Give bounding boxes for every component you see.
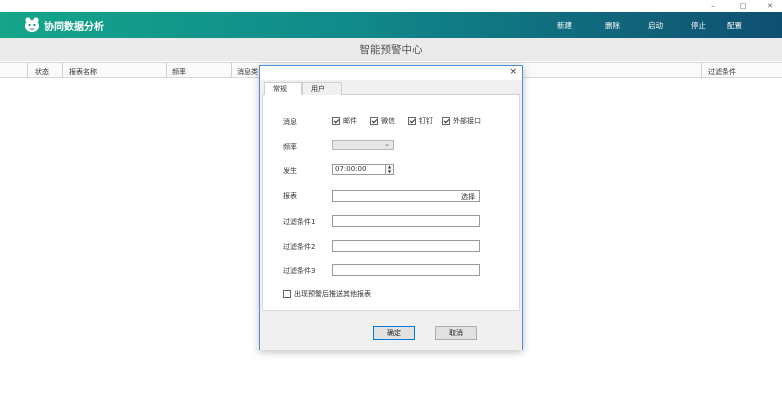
ok-button[interactable]: 确定 <box>373 326 415 340</box>
alert-settings-dialog: × 常规 用户 消息 邮件 微信 钉钉 外部接口 频率 ⌄ 发生 07:00:0… <box>259 65 523 350</box>
dingtalk-checkbox-label: 钉钉 <box>419 117 433 125</box>
window-controls: – □ ✕ <box>0 0 782 12</box>
checkbox-icon <box>408 117 416 125</box>
filter2-label: 过滤条件2 <box>283 243 316 251</box>
app-title: 协同数据分析 <box>44 22 104 33</box>
cancel-button[interactable]: 取消 <box>435 326 477 340</box>
checkbox-icon <box>370 117 378 125</box>
dialog-footer: 确定 取消 <box>260 312 522 350</box>
chevron-down-icon: ⌄ <box>384 140 390 148</box>
stop-button[interactable]: 停止 <box>691 20 706 31</box>
push-other-checkbox[interactable]: 出现预警后推送其他报表 <box>283 289 371 299</box>
report-label: 报表 <box>283 192 297 200</box>
start-button[interactable]: 启动 <box>648 20 663 31</box>
dialog-close-icon[interactable]: × <box>509 67 517 77</box>
tab-user[interactable]: 用户 <box>302 82 342 95</box>
report-input[interactable]: 选择 <box>332 190 480 202</box>
column-separator <box>27 63 28 78</box>
new-button[interactable]: 新建 <box>557 20 572 31</box>
wechat-checkbox[interactable]: 微信 <box>370 116 395 126</box>
filter1-label: 过滤条件1 <box>283 218 316 226</box>
dialog-titlebar: × <box>260 66 522 80</box>
checkbox-icon <box>283 290 291 298</box>
maximize-button[interactable]: □ <box>733 0 753 12</box>
column-separator <box>166 63 167 78</box>
page-title: 智能预警中心 <box>359 44 423 56</box>
column-report-name[interactable]: 报表名称 <box>69 67 97 77</box>
window-close-button[interactable]: ✕ <box>760 0 780 12</box>
app-window: – □ ✕ 协同数据分析 新建 删除 启动 停止 配置 智能预警中心 状态 报表… <box>0 0 782 400</box>
occur-time-value: 07:00:00 <box>335 165 367 173</box>
external-api-checkbox[interactable]: 外部接口 <box>442 116 481 126</box>
filter3-label: 过滤条件3 <box>283 267 316 275</box>
filter3-input[interactable] <box>332 264 480 276</box>
frequency-label: 频率 <box>283 143 297 151</box>
occur-label: 发生 <box>283 167 297 175</box>
column-separator <box>62 63 63 78</box>
report-pick-button[interactable]: 选择 <box>461 192 475 202</box>
filter1-input[interactable] <box>332 215 480 227</box>
delete-button[interactable]: 删除 <box>605 20 620 31</box>
message-label: 消息 <box>283 118 297 126</box>
external-api-checkbox-label: 外部接口 <box>453 117 481 125</box>
app-logo-icon <box>25 17 39 32</box>
time-spinner-icon[interactable]: ▲ ▼ <box>385 164 393 174</box>
title-bar: 智能预警中心 <box>0 38 782 61</box>
frequency-select[interactable]: ⌄ <box>332 140 394 150</box>
dingtalk-checkbox[interactable]: 钉钉 <box>408 116 433 126</box>
tab-general[interactable]: 常规 <box>264 82 302 96</box>
column-status[interactable]: 状态 <box>35 67 49 77</box>
config-button[interactable]: 配置 <box>727 20 742 31</box>
dialog-tabs: 常规 用户 <box>262 81 520 96</box>
app-header: 协同数据分析 新建 删除 启动 停止 配置 <box>0 12 782 38</box>
general-panel: 消息 邮件 微信 钉钉 外部接口 频率 ⌄ 发生 07:00:00 ▲ ▼ 报表… <box>262 95 520 311</box>
column-separator <box>231 63 232 78</box>
column-message-type[interactable]: 消息类 <box>237 67 258 77</box>
column-frequency[interactable]: 频率 <box>172 67 186 77</box>
push-other-label: 出现预警后推送其他报表 <box>294 290 371 298</box>
wechat-checkbox-label: 微信 <box>381 117 395 125</box>
email-checkbox[interactable]: 邮件 <box>332 116 357 126</box>
checkbox-icon <box>442 117 450 125</box>
minimize-button[interactable]: – <box>703 0 723 12</box>
email-checkbox-label: 邮件 <box>343 117 357 125</box>
occur-time-input[interactable]: 07:00:00 ▲ ▼ <box>332 164 394 175</box>
checkbox-icon <box>332 117 340 125</box>
column-separator <box>701 63 702 78</box>
column-filter[interactable]: 过滤条件 <box>708 67 736 77</box>
filter2-input[interactable] <box>332 240 480 252</box>
